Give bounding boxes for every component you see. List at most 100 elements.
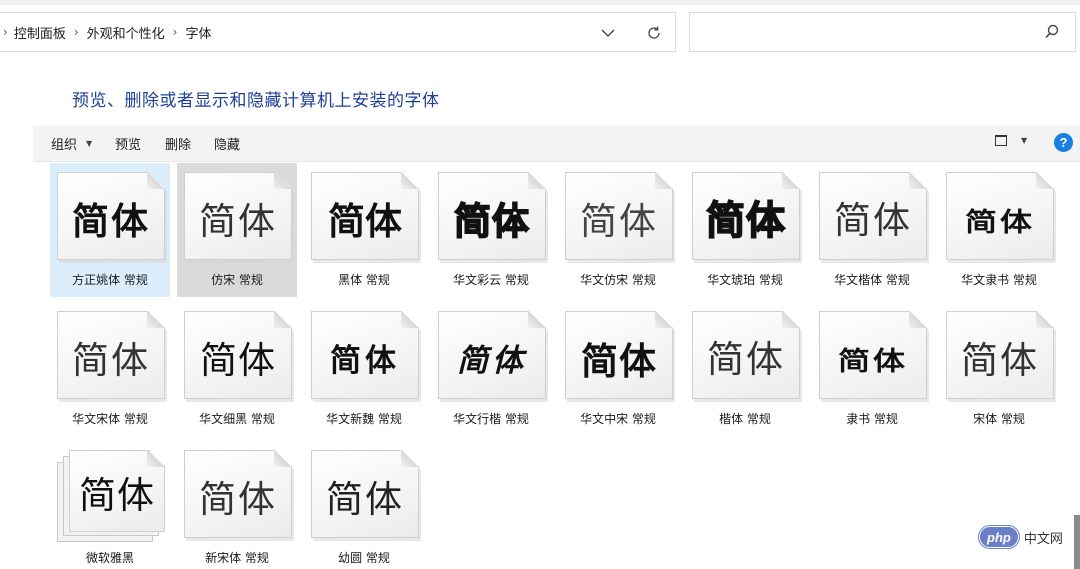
breadcrumb-fonts[interactable]: 字体 — [185, 23, 211, 42]
caret-down-icon: ▼ — [1021, 136, 1028, 145]
font-sample-text: 简体 — [199, 200, 277, 243]
font-file-icon: 简体 — [565, 311, 675, 402]
font-item-huawen-songti[interactable]: 简体 华文宋体 常规 — [50, 302, 170, 436]
breadcrumb-control-panel[interactable]: 控制面板 — [14, 23, 66, 42]
vertical-scrollbar-thumb[interactable] — [1074, 515, 1080, 569]
font-item-label: 华文琥珀 常规 — [707, 273, 783, 287]
font-item-huawen-xinwei[interactable]: 简体 华文新魏 常规 — [304, 302, 424, 436]
view-icon — [995, 135, 1007, 146]
font-item-fangzheng-yaoti[interactable]: 简体 方正姚体 常规 — [50, 163, 170, 297]
font-item-label: 华文隶书 常规 — [961, 273, 1037, 287]
search-input[interactable] — [689, 12, 1076, 52]
font-item-fangsong[interactable]: 简体 仿宋 常规 — [177, 163, 297, 297]
hide-button[interactable]: 隐藏 — [214, 134, 240, 153]
font-item-huawen-lishu[interactable]: 简体 华文隶书 常规 — [939, 163, 1059, 297]
font-item-huawen-xingkai[interactable]: 简体 华文行楷 常规 — [431, 302, 551, 436]
font-sample-text: 简体 — [961, 339, 1039, 382]
font-sample-text: 简体 — [964, 207, 1035, 237]
font-sample-text: 简体 — [79, 474, 155, 517]
font-item-label: 华文中宋 常规 — [580, 412, 656, 426]
watermark-text: 中文网 — [1023, 531, 1063, 547]
font-file-icon: 简体 — [184, 450, 294, 541]
font-item-label: 华文新魏 常规 — [326, 412, 402, 426]
font-sample-text: 简体 — [457, 343, 527, 379]
font-item-label: 隶书 常规 — [846, 412, 898, 426]
font-item-label: 华文细黑 常规 — [199, 412, 275, 426]
address-bar[interactable]: › 控制面板 › 外观和个性化 › 字体 — [0, 12, 676, 52]
font-file-icon: 简体 — [819, 311, 929, 402]
font-file-icon: 简体 — [184, 311, 294, 402]
font-sample-text: 简体 — [72, 339, 150, 382]
font-file-icon: 简体 — [438, 172, 548, 263]
organize-menu-button[interactable]: 组织 ▼ — [51, 134, 92, 153]
preview-button[interactable]: 预览 — [115, 134, 141, 153]
font-sample-text: 简体 — [326, 478, 404, 521]
font-sample-text: 简体 — [330, 343, 400, 379]
font-file-icon: 简体 — [819, 172, 929, 263]
window-top-strip — [0, 0, 1080, 5]
font-sample-text: 简体 — [328, 201, 402, 242]
font-sample-text: 简体 — [453, 199, 530, 244]
font-item-label: 宋体 常规 — [973, 412, 1025, 426]
font-file-icon: 简体 — [57, 172, 167, 263]
font-item-label: 仿宋 常规 — [211, 273, 263, 287]
font-item-label: 幼圆 常规 — [338, 551, 390, 565]
font-item-label: 华文彩云 常规 — [453, 273, 529, 287]
watermark-logo: php — [979, 526, 1019, 548]
font-item-label: 华文仿宋 常规 — [580, 273, 656, 287]
font-item-label: 新宋体 常规 — [205, 551, 269, 565]
font-item-huawen-fangsong[interactable]: 简体 华文仿宋 常规 — [558, 163, 678, 297]
breadcrumb-chevron-icon[interactable]: › — [3, 25, 8, 39]
change-view-button[interactable]: ▼ — [995, 135, 1027, 146]
font-item-huawen-hupo[interactable]: 简体 华文琥珀 常规 — [685, 163, 805, 297]
address-history-dropdown-icon[interactable] — [598, 23, 618, 43]
font-item-label: 华文宋体 常规 — [72, 412, 148, 426]
font-sample-text: 简体 — [199, 478, 277, 521]
breadcrumb-separator-icon[interactable]: › — [74, 25, 79, 39]
font-sample-text: 简体 — [581, 339, 657, 383]
font-family-icon: 简体 — [57, 450, 165, 542]
font-item-heiti[interactable]: 简体 黑体 常规 — [304, 163, 424, 297]
font-file-icon: 简体 — [565, 172, 675, 263]
font-file-icon: 简体 — [184, 172, 294, 263]
help-icon[interactable]: ? — [1054, 133, 1073, 152]
breadcrumb-separator-icon[interactable]: › — [173, 25, 178, 39]
caret-down-icon: ▼ — [86, 139, 93, 148]
font-file-icon: 简体 — [692, 311, 802, 402]
breadcrumb-appearance[interactable]: 外观和个性化 — [87, 23, 165, 42]
font-file-icon: 简体 — [692, 172, 802, 263]
font-file-icon: 简体 — [57, 311, 167, 402]
font-file-icon: 简体 — [311, 311, 421, 402]
site-watermark: php 中文网 — [979, 526, 1063, 548]
font-item-kaiti[interactable]: 简体 楷体 常规 — [685, 302, 805, 436]
font-item-huawen-zhongsong[interactable]: 简体 华文中宋 常规 — [558, 302, 678, 436]
font-item-label: 黑体 常规 — [338, 273, 390, 287]
search-icon[interactable] — [1043, 23, 1061, 41]
font-sample-text: 简体 — [580, 200, 658, 243]
font-item-xin-songti[interactable]: 简体 新宋体 常规 — [177, 441, 297, 569]
font-item-label: 微软雅黑 — [85, 551, 134, 565]
organize-label: 组织 — [51, 138, 78, 153]
font-file-icon: 简体 — [311, 450, 421, 541]
font-item-huawen-kaiti[interactable]: 简体 华文楷体 常规 — [812, 163, 932, 297]
font-item-lishu[interactable]: 简体 隶书 常规 — [812, 302, 932, 436]
font-item-label: 华文行楷 常规 — [453, 412, 529, 426]
refresh-icon[interactable] — [643, 23, 665, 43]
font-item-youyuan[interactable]: 简体 幼圆 常规 — [304, 441, 424, 569]
font-sample-text: 简体 — [837, 346, 908, 376]
font-item-label: 楷体 常规 — [719, 412, 771, 426]
font-file-icon: 简体 — [438, 311, 548, 402]
font-item-huawen-xihei[interactable]: 简体 华文细黑 常规 — [177, 302, 297, 436]
font-file-icon: 简体 — [311, 172, 421, 263]
font-item-huawen-caiyun[interactable]: 简体 华文彩云 常规 — [431, 163, 551, 297]
font-sample-text: 简体 — [834, 201, 912, 242]
font-item-songti[interactable]: 简体 宋体 常规 — [939, 302, 1059, 436]
font-family-item-microsoft-yahei[interactable]: 简体 微软雅黑 — [50, 441, 170, 569]
command-toolbar: 组织 ▼ 预览 删除 隐藏 ▼ ? — [33, 126, 1080, 162]
font-sample-text: 简体 — [707, 340, 785, 381]
font-item-label: 方正姚体 常规 — [72, 273, 148, 287]
page-title: 预览、删除或者显示和隐藏计算机上安装的字体 — [72, 91, 440, 111]
font-sample-text: 简体 — [705, 199, 786, 245]
delete-button[interactable]: 删除 — [165, 134, 191, 153]
font-sample-text: 简体 — [72, 200, 150, 243]
